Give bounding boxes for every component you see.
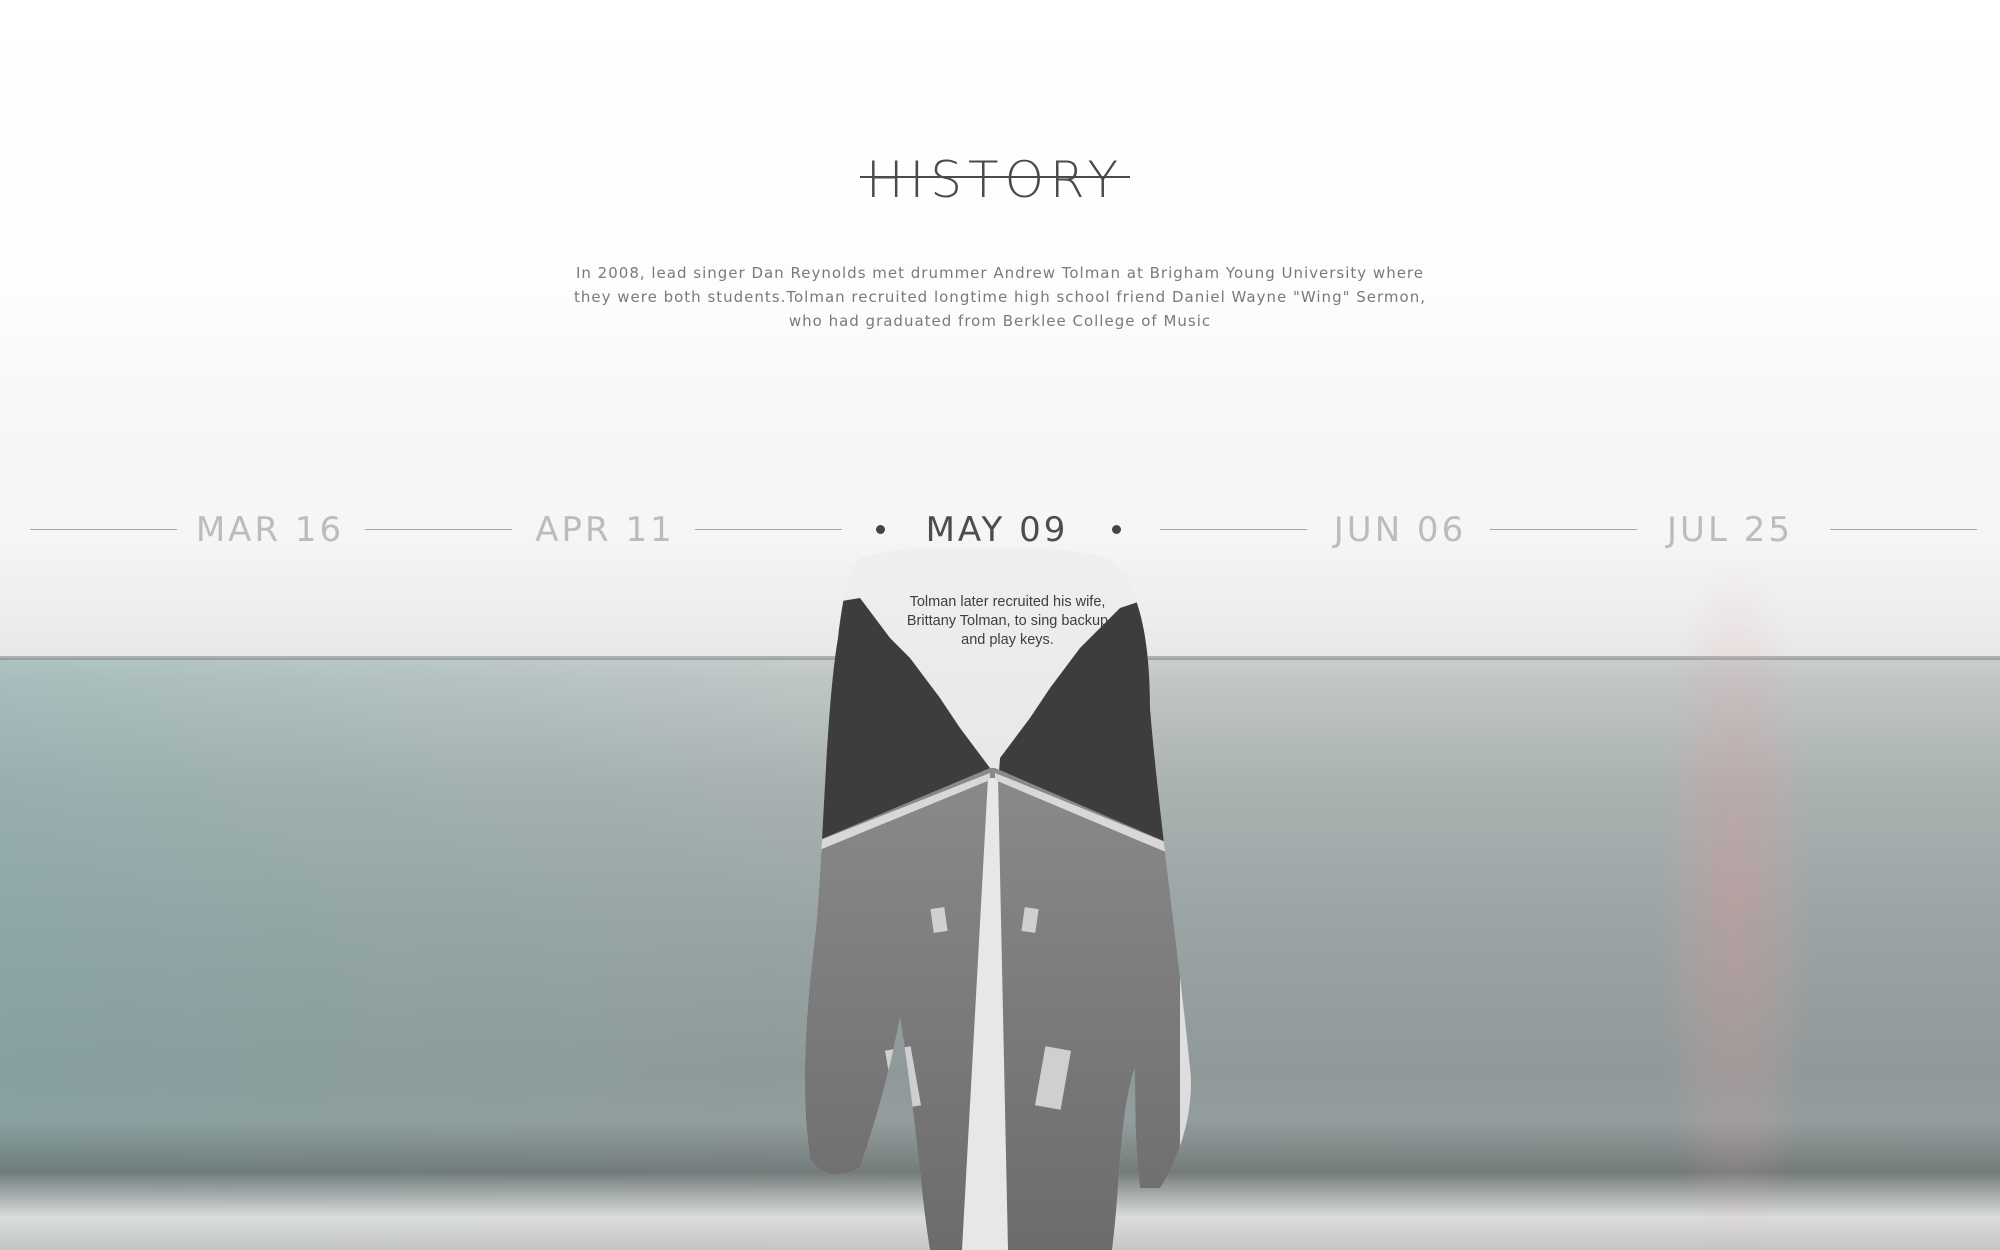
timeline: MAR 16 APR 11 MAY 09 JUN 06 JUL 25 (0, 500, 2000, 560)
timeline-line (1490, 529, 1637, 530)
road-silhouette-figure (804, 548, 1191, 1250)
page-title: HISTORY (865, 151, 1125, 209)
timeline-line (695, 529, 842, 530)
title-strikethrough-line (860, 176, 1130, 178)
timeline-line (1830, 529, 1977, 530)
timeline-date-mar-16[interactable]: MAR 16 (190, 500, 350, 560)
active-date-caption: Tolman later recruited his wife, Brittan… (906, 593, 1109, 648)
active-date-dot-right (1112, 525, 1121, 534)
timeline-date-apr-11[interactable]: APR 11 (525, 500, 685, 560)
timeline-line (365, 529, 512, 530)
active-date-dot-left (876, 525, 885, 534)
timeline-line (30, 529, 177, 530)
section-title: HISTORY (860, 140, 1130, 220)
intro-paragraph: In 2008, lead singer Dan Reynolds met dr… (574, 264, 1426, 330)
timeline-date-jul-25[interactable]: JUL 25 (1650, 500, 1810, 560)
timeline-date-jun-06[interactable]: JUN 06 (1320, 500, 1480, 560)
timeline-date-may-09[interactable]: MAY 09 (912, 500, 1082, 560)
timeline-line (1160, 529, 1307, 530)
